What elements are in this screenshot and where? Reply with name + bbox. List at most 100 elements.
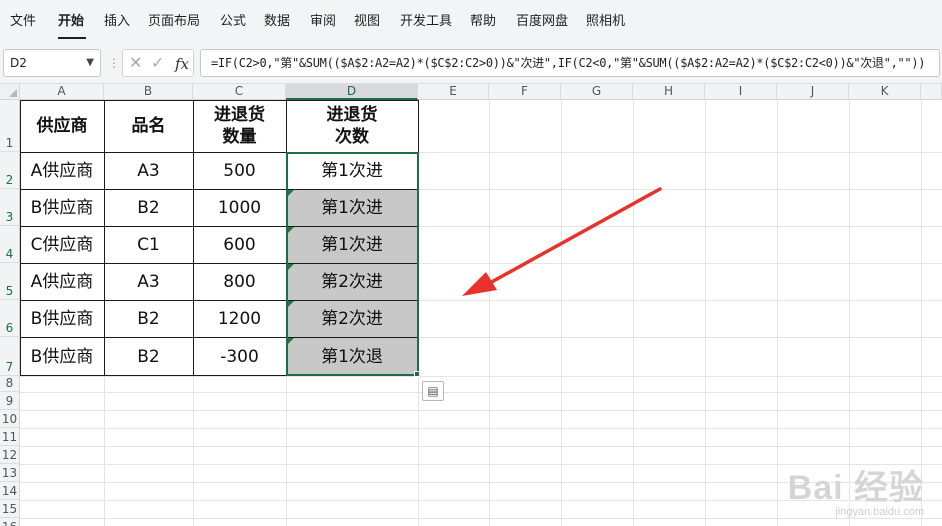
column-header-j[interactable]: J [777,84,849,100]
table-border [20,375,419,376]
row-header-3[interactable]: 3 [0,189,20,226]
menu-view[interactable]: 视图 [354,12,380,32]
row-header-8[interactable]: 8 [0,376,20,392]
cell-b6[interactable]: B2 [104,300,193,337]
cell-b3[interactable]: B2 [104,189,193,226]
header-count[interactable]: 进退货 次数 [286,100,418,152]
cell-d7[interactable]: 第1次退 [286,337,418,376]
row-header-7[interactable]: 7 [0,337,20,376]
row-header-6[interactable]: 6 [0,300,20,337]
formula-input[interactable]: =IF(C2>0,"第"&SUM(($A$2:A2=A2)*($C$2:C2>0… [200,49,940,77]
cell-d3[interactable]: 第1次进 [286,189,418,226]
header-supplier[interactable]: 供应商 [20,100,104,152]
gridline [633,100,634,526]
header-product[interactable]: 品名 [104,100,193,152]
cell-d4[interactable]: 第1次进 [286,226,418,263]
menu-help[interactable]: 帮助 [470,12,496,32]
table-border [104,100,105,376]
column-header-f[interactable]: F [489,84,561,100]
fill-handle[interactable] [414,371,420,377]
row-header-14[interactable]: 14 [0,482,20,500]
watermark-url: jingyan.baidu.com [835,506,924,518]
column-header-i[interactable]: I [705,84,777,100]
column-header-overflow [921,84,942,100]
row-header-11[interactable]: 11 [0,428,20,446]
cell-c7[interactable]: -300 [193,337,286,376]
menu-review[interactable]: 审阅 [310,12,336,32]
table-border [20,152,419,153]
cell-b7[interactable]: B2 [104,337,193,376]
gridline [20,392,942,393]
cell-d6[interactable]: 第2次进 [286,300,418,337]
column-header-g[interactable]: G [561,84,633,100]
cell-d5[interactable]: 第2次进 [286,263,418,300]
gridline [20,376,942,377]
cell-b4[interactable]: C1 [104,226,193,263]
row-header-10[interactable]: 10 [0,410,20,428]
menu-camera[interactable]: 照相机 [586,12,625,32]
select-all-corner[interactable] [0,84,20,100]
cell-d2[interactable]: 第1次进 [286,152,418,189]
menu-baidu-netdisk[interactable]: 百度网盘 [516,12,568,32]
column-header-d[interactable]: D [286,84,418,100]
column-header-a[interactable]: A [20,84,104,100]
row-header-4[interactable]: 4 [0,226,20,263]
error-indicator-icon[interactable] [288,301,294,307]
cell-c3[interactable]: 1000 [193,189,286,226]
cell-c4[interactable]: 600 [193,226,286,263]
column-header-e[interactable]: E [418,84,489,100]
name-box[interactable]: D2 ▼ [3,49,101,77]
cell-a7[interactable]: B供应商 [20,337,104,376]
error-indicator-icon[interactable] [288,338,294,344]
cell-c6[interactable]: 1200 [193,300,286,337]
chevron-down-icon[interactable]: ▼ [86,50,94,76]
cancel-icon[interactable]: ✕ [129,52,142,74]
row-header-1[interactable]: 1 [0,100,20,152]
cell-a5[interactable]: A供应商 [20,263,104,300]
paste-options-icon[interactable]: ▤ [422,381,444,401]
table-border [418,100,419,376]
menu-page-layout[interactable]: 页面布局 [148,12,200,32]
insert-function-icon[interactable]: fx [175,53,189,75]
cell-a2[interactable]: A供应商 [20,152,104,189]
cell-c5[interactable]: 800 [193,263,286,300]
name-box-value: D2 [10,56,27,70]
column-header-b[interactable]: B [104,84,193,100]
row-header-16[interactable]: 16 [0,518,20,526]
menu-developer[interactable]: 开发工具 [400,12,452,32]
cell-c2[interactable]: 500 [193,152,286,189]
row-header-2[interactable]: 2 [0,152,20,189]
row-header-13[interactable]: 13 [0,464,20,482]
error-indicator-icon[interactable] [288,227,294,233]
cell-a4[interactable]: C供应商 [20,226,104,263]
column-header-c[interactable]: C [193,84,286,100]
row-header-12[interactable]: 12 [0,446,20,464]
menu-file[interactable]: 文件 [10,12,36,32]
column-header-h[interactable]: H [633,84,705,100]
menu-insert[interactable]: 插入 [104,12,130,32]
menu-data[interactable]: 数据 [264,12,290,32]
row-header-15[interactable]: 15 [0,500,20,518]
formula-bar: D2 ▼ ⋮ ✕ ✓ fx =IF(C2>0,"第"&SUM(($A$2:A2=… [0,44,942,84]
error-indicator-icon[interactable] [288,264,294,270]
gridline [849,100,850,526]
gridline [561,100,562,526]
cell-b2[interactable]: A3 [104,152,193,189]
spreadsheet-grid: A B C D E F G H I J K 1 2 3 4 5 6 7 8 9 … [0,84,942,526]
gridline [20,446,942,447]
menu-formulas[interactable]: 公式 [220,12,246,32]
table-border [20,100,21,376]
baidu-watermark: Bai 经验 jingyan.baidu.com [788,470,924,518]
cell-b5[interactable]: A3 [104,263,193,300]
row-header-9[interactable]: 9 [0,392,20,410]
header-quantity[interactable]: 进退货 数量 [193,100,286,152]
cell-a6[interactable]: B供应商 [20,300,104,337]
row-header-5[interactable]: 5 [0,263,20,300]
cell-a3[interactable]: B供应商 [20,189,104,226]
gridline [777,100,778,526]
error-indicator-icon[interactable] [288,190,294,196]
menu-home[interactable]: 开始 [58,12,84,32]
confirm-icon[interactable]: ✓ [151,52,164,74]
gridline [20,428,942,429]
column-header-k[interactable]: K [849,84,921,100]
